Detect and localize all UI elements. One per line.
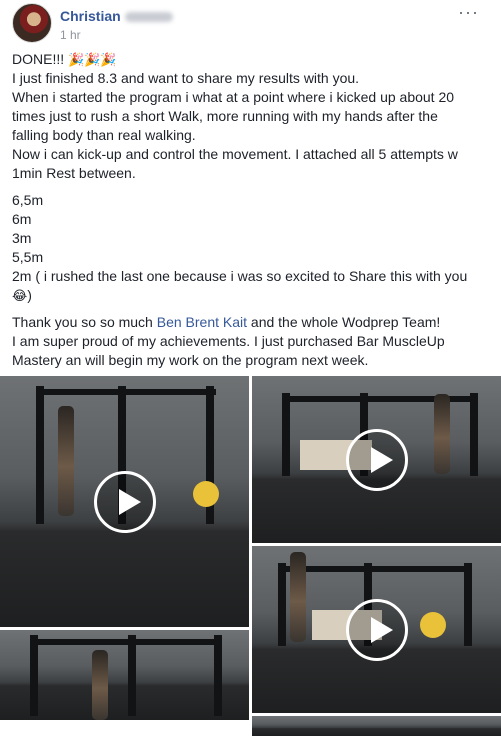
post-line: 6m: [12, 211, 32, 227]
avatar[interactable]: [12, 3, 52, 43]
video-2[interactable]: [252, 376, 501, 543]
ellipsis-icon[interactable]: ···: [458, 3, 479, 21]
post-header: Christian 1 hr ···: [12, 3, 493, 43]
post-body: DONE!!! 🎉🎉🎉 I just finished 8.3 and want…: [12, 50, 496, 378]
play-icon[interactable]: [93, 470, 156, 533]
play-icon[interactable]: [345, 428, 408, 491]
video-4[interactable]: [0, 630, 249, 720]
wall-ball: [193, 481, 219, 507]
post-line: times just to rush a short Walk, more ru…: [12, 108, 438, 124]
play-icon[interactable]: [345, 598, 408, 661]
blurred-surname: [124, 12, 173, 23]
post-line: Thank you so so much Ben Brent Kait and …: [12, 314, 441, 330]
athlete: [434, 394, 450, 474]
media-grid: [0, 376, 501, 736]
post-timestamp[interactable]: 1 hr: [60, 28, 81, 42]
post-line: When i started the program i what at a p…: [12, 89, 455, 105]
post-line: I am super proud of my achievements. I j…: [12, 333, 445, 349]
post-line: DONE!!! 🎉🎉🎉: [12, 51, 117, 67]
athlete: [92, 650, 108, 720]
tag-link[interactable]: Ben Brent Kait: [157, 314, 247, 330]
wall-ball: [420, 612, 446, 638]
video-1[interactable]: [0, 376, 249, 627]
post-line: 5,5m: [12, 249, 44, 265]
athlete: [58, 406, 74, 516]
video-5[interactable]: [252, 716, 501, 736]
post-line: 6,5m: [12, 192, 44, 208]
post-line: Mastery an will begin my work on the pro…: [12, 352, 369, 368]
party-popper-emoji: 🎉🎉🎉: [68, 52, 117, 67]
post-line: 2m ( i rushed the last one because i was…: [12, 268, 468, 284]
post-paragraph: 6,5m 6m 3m 5,5m 2m ( i rushed the last o…: [12, 191, 496, 305]
post-line: Now i can kick-up and control the moveme…: [12, 146, 458, 162]
post-line: falling body than real walking.: [12, 127, 196, 143]
author-name-text[interactable]: Christian: [60, 8, 121, 24]
post-line: 3m: [12, 230, 32, 246]
athlete: [290, 552, 306, 642]
post-line: 1min Rest between.: [12, 165, 136, 181]
author-name[interactable]: Christian: [60, 8, 173, 24]
post-line: 😂): [12, 287, 32, 303]
facebook-post: Christian 1 hr ··· DONE!!! 🎉🎉🎉 I just fi…: [0, 0, 501, 736]
post-paragraph: DONE!!! 🎉🎉🎉 I just finished 8.3 and want…: [12, 50, 496, 183]
video-3[interactable]: [252, 546, 501, 713]
laughing-emoji: 😂: [12, 288, 28, 303]
post-paragraph: Thank you so so much Ben Brent Kait and …: [12, 313, 496, 370]
post-line: I just finished 8.3 and want to share my…: [12, 70, 360, 86]
